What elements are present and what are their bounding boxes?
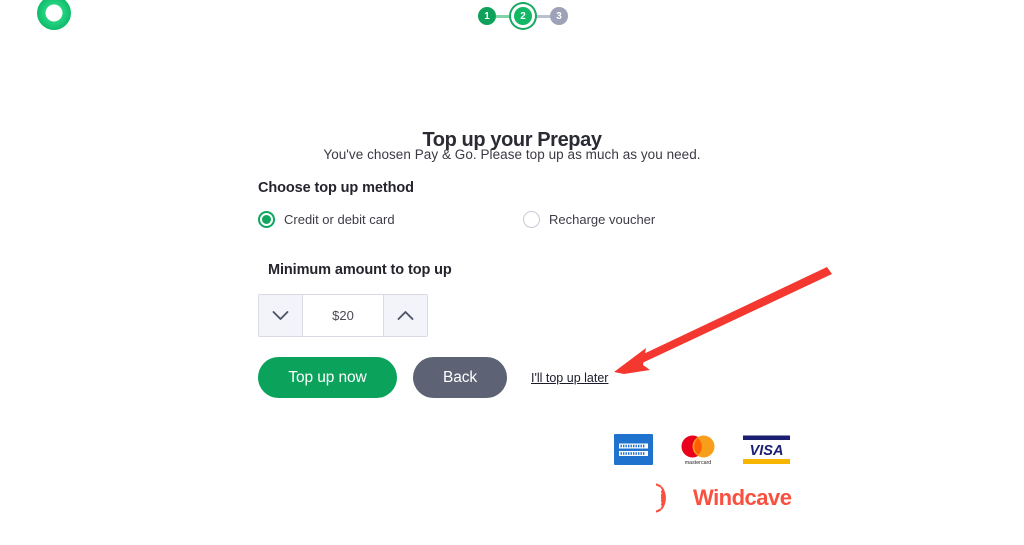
step-2-label: 2 xyxy=(520,10,526,22)
step-2[interactable]: 2 xyxy=(514,7,532,25)
page-subtitle: You've chosen Pay & Go. Please top up as… xyxy=(323,147,701,162)
radio-recharge-voucher-indicator[interactable] xyxy=(523,210,540,228)
chevron-up-icon xyxy=(397,311,414,320)
radio-recharge-voucher-label: Recharge voucher xyxy=(549,211,656,227)
svg-text:VISA: VISA xyxy=(750,443,784,459)
top-up-later-link[interactable]: I'll top up later xyxy=(531,371,608,385)
brand-logo xyxy=(36,0,72,31)
amount-increase-button[interactable] xyxy=(383,295,427,336)
amount-stepper: $20 xyxy=(258,294,428,337)
step-3[interactable]: 3 xyxy=(550,7,568,25)
american-express-icon xyxy=(614,434,653,465)
amount-section-label: Minimum amount to top up xyxy=(268,262,452,278)
amount-value[interactable]: $20 xyxy=(303,295,383,336)
svg-text:mastercard: mastercard xyxy=(685,460,712,466)
step-3-label: 3 xyxy=(556,10,562,22)
topup-form: Choose top up method Credit or debit car… xyxy=(258,180,778,337)
step-connector-1 xyxy=(496,14,514,18)
radio-credit-card-label: Credit or debit card xyxy=(284,211,395,227)
radio-option-credit-card[interactable]: Credit or debit card xyxy=(258,210,523,228)
arrow-head xyxy=(614,348,650,374)
progress-stepper: 1 2 3 xyxy=(478,4,568,28)
chevron-down-icon xyxy=(272,311,289,320)
radio-credit-card-indicator[interactable] xyxy=(258,210,275,228)
accepted-cards: mastercard VISA xyxy=(614,433,790,466)
windcave-shell-icon xyxy=(656,483,666,513)
step-connector-2 xyxy=(532,14,550,18)
step-1[interactable]: 1 xyxy=(478,7,496,25)
mastercard-icon: mastercard xyxy=(681,435,715,466)
visa-icon: VISA xyxy=(743,435,790,464)
top-up-now-button[interactable]: Top up now xyxy=(258,357,397,398)
method-radio-group: Credit or debit card Recharge voucher xyxy=(258,208,778,230)
logo-inner-hole xyxy=(45,4,63,22)
step-1-label: 1 xyxy=(484,10,490,22)
method-section-label: Choose top up method xyxy=(258,180,414,196)
back-button[interactable]: Back xyxy=(413,357,507,398)
windcave-branding: Windcave xyxy=(656,483,792,513)
action-bar: Top up now Back I'll top up later xyxy=(258,357,608,398)
windcave-wordmark: Windcave xyxy=(693,485,792,510)
radio-option-recharge-voucher[interactable]: Recharge voucher xyxy=(523,210,656,228)
amount-decrease-button[interactable] xyxy=(259,295,303,336)
